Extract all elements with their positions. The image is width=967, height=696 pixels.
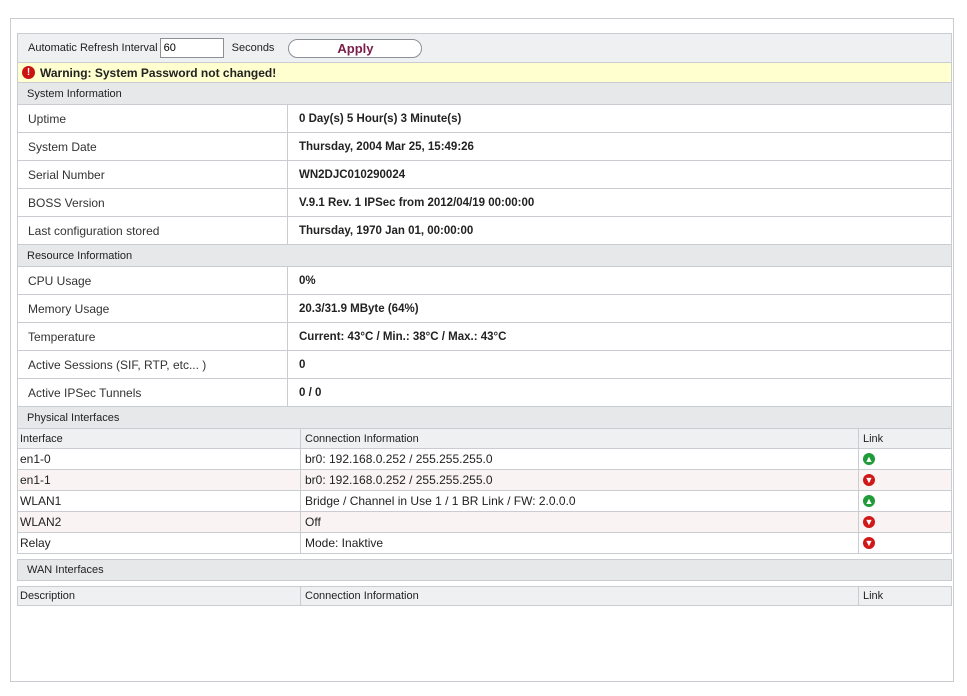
refresh-bar: Automatic Refresh Interval Seconds Apply [17,33,952,63]
info-row-active-ipsec-tunnels: Active IPSec Tunnels 0 / 0 [17,379,952,407]
section-resource-information: Resource Information [17,245,952,267]
exclamation-icon: ! [22,66,35,79]
interface-name: WLAN2 [18,512,301,532]
link-up-icon: ▲ [863,453,875,465]
table-row: en1-0 br0: 192.168.0.252 / 255.255.255.0… [17,449,952,470]
info-label: BOSS Version [18,189,288,216]
link-up-icon: ▲ [863,495,875,507]
column-header-connection-info: Connection Information [301,429,859,448]
info-value: 0% [299,274,316,287]
info-row-boss-version: BOSS Version V.9.1 Rev. 1 IPSec from 201… [17,189,952,217]
column-header-link: Link [863,432,884,445]
connection-info: Bridge / Channel in Use 1 / 1 BR Link / … [301,491,859,511]
column-header-connection-info: Connection Information [301,587,859,605]
info-value: 20.3/31.9 MByte (64%) [299,302,419,315]
section-title: Physical Interfaces [27,411,120,424]
link-down-icon: ▼ [863,537,875,549]
status-panel: Automatic Refresh Interval Seconds Apply… [10,18,954,682]
info-row-cpu-usage: CPU Usage 0% [17,267,952,295]
section-title: WAN Interfaces [27,564,104,576]
table-row: WLAN1 Bridge / Channel in Use 1 / 1 BR L… [17,491,952,512]
connection-info: Mode: Inaktive [301,533,859,553]
physical-interfaces-header: Interface Connection Information Link [17,429,952,449]
info-value: Thursday, 2004 Mar 25, 15:49:26 [299,140,474,153]
info-value: 0 [299,358,306,371]
interface-name: en1-1 [18,470,301,490]
info-label: CPU Usage [18,267,288,294]
table-row: en1-1 br0: 192.168.0.252 / 255.255.255.0… [17,470,952,491]
info-row-temperature: Temperature Current: 43°C / Min.: 38°C /… [17,323,952,351]
info-value: 0 / 0 [299,386,322,399]
table-row: WLAN2 Off ▼ [17,512,952,533]
link-down-icon: ▼ [863,516,875,528]
column-header-link: Link [863,590,884,602]
warning-text: Warning: System Password not changed! [40,65,277,80]
link-down-icon: ▼ [863,474,875,486]
connection-info: Off [301,512,859,532]
column-header-interface: Interface [18,429,301,448]
section-title: System Information [27,87,122,100]
section-system-information: System Information [17,83,952,105]
info-value: V.9.1 Rev. 1 IPSec from 2012/04/19 00:00… [299,196,535,209]
info-row-active-sessions: Active Sessions (SIF, RTP, etc... ) 0 [17,351,952,379]
info-row-system-date: System Date Thursday, 2004 Mar 25, 15:49… [17,133,952,161]
section-title: Resource Information [27,249,133,262]
info-label: Serial Number [18,161,288,188]
info-row-serial-number: Serial Number WN2DJC010290024 [17,161,952,189]
info-row-memory-usage: Memory Usage 20.3/31.9 MByte (64%) [17,295,952,323]
info-label: Temperature [18,323,288,350]
password-warning: ! Warning: System Password not changed! [17,63,952,83]
info-value: 0 Day(s) 5 Hour(s) 3 Minute(s) [299,112,462,125]
info-label: Uptime [18,105,288,132]
wan-interfaces-header: Description Connection Information Link [17,586,952,606]
refresh-interval-input[interactable] [159,38,224,58]
info-value: Thursday, 1970 Jan 01, 00:00:00 [299,224,474,237]
column-header-description: Description [18,587,301,605]
interface-name: en1-0 [18,449,301,469]
connection-info: br0: 192.168.0.252 / 255.255.255.0 [301,449,859,469]
apply-button[interactable]: Apply [288,38,423,58]
interface-name: WLAN1 [18,491,301,511]
status-content: Automatic Refresh Interval Seconds Apply… [17,33,952,606]
interface-name: Relay [18,533,301,553]
refresh-interval-label: Automatic Refresh Interval [28,42,158,54]
section-physical-interfaces: Physical Interfaces [17,407,952,429]
info-label: Last configuration stored [18,217,288,244]
info-row-uptime: Uptime 0 Day(s) 5 Hour(s) 3 Minute(s) [17,105,952,133]
info-label: Active Sessions (SIF, RTP, etc... ) [18,351,288,378]
info-label: Memory Usage [18,295,288,322]
info-label: System Date [18,133,288,160]
info-label: Active IPSec Tunnels [18,379,288,406]
table-row: Relay Mode: Inaktive ▼ [17,533,952,554]
info-value: Current: 43°C / Min.: 38°C / Max.: 43°C [299,330,507,343]
info-value: WN2DJC010290024 [299,168,406,181]
section-wan-interfaces: WAN Interfaces [17,559,952,581]
connection-info: br0: 192.168.0.252 / 255.255.255.0 [301,470,859,490]
info-row-last-config-stored: Last configuration stored Thursday, 1970… [17,217,952,245]
refresh-unit-label: Seconds [231,42,275,54]
